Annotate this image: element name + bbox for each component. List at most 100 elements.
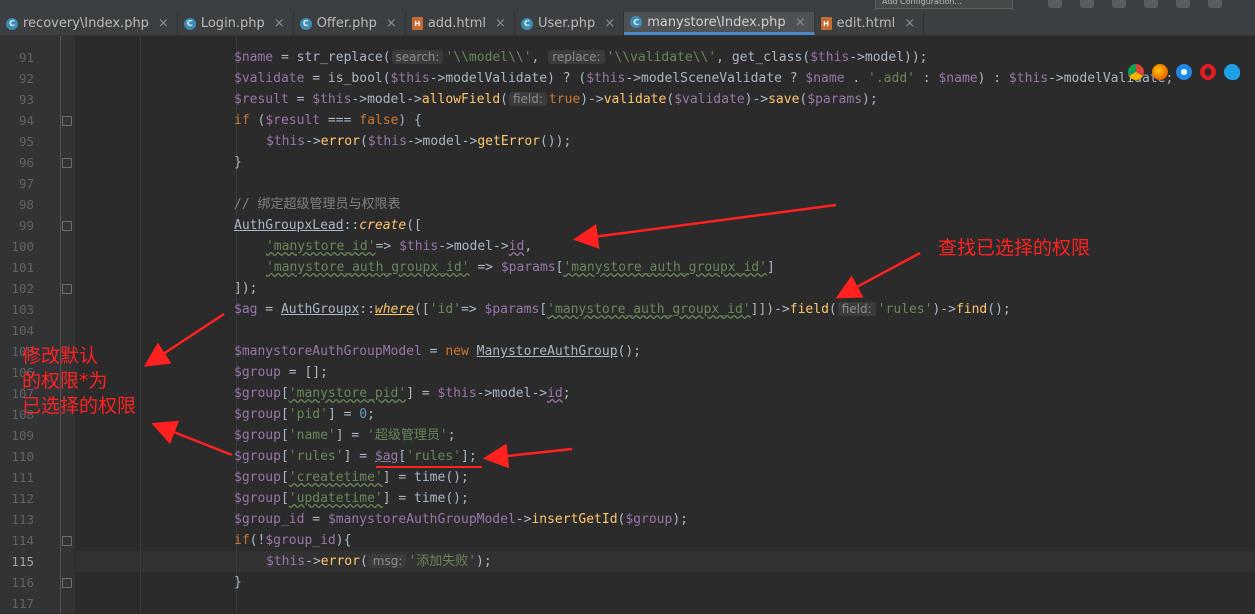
code-line-99[interactable]: AuthGroupxLead::create([ [234, 215, 422, 236]
current-line-highlight [76, 551, 1255, 572]
fold-marker-icon[interactable] [62, 578, 72, 588]
tab-label: User.php [537, 16, 596, 31]
code-line-101[interactable]: 'manystore_auth_groupx_id' => $params['m… [266, 257, 775, 278]
tab-recovery-index[interactable]: C recovery\Index.php × [0, 12, 178, 35]
close-icon[interactable]: × [795, 15, 806, 30]
tab-user[interactable]: C User.php × [515, 12, 625, 35]
fold-marker-icon[interactable] [62, 116, 72, 126]
code-line-100[interactable]: 'manystore_id'=> $this->model->id, [266, 236, 532, 257]
close-icon[interactable]: × [274, 16, 285, 31]
toolbar-icons [1040, 0, 1255, 12]
code-line-105[interactable]: $manystoreAuthGroupModel = new Manystore… [234, 341, 641, 362]
close-icon[interactable]: × [158, 16, 169, 31]
tab-label: Login.php [200, 16, 265, 31]
code-comment[interactable]: // 绑定超级管理员与权限表 [234, 194, 400, 215]
tab-edit-html[interactable]: H edit.html × [815, 12, 925, 35]
build-icon[interactable] [1144, 0, 1158, 8]
code-line-91[interactable]: $name = str_replace(search: '\\model\\', … [234, 47, 928, 68]
debug-icon[interactable] [1080, 0, 1094, 8]
string-literal: 'updatetime' [288, 491, 383, 506]
string-literal: '\\model\\' [445, 50, 532, 65]
tab-offer[interactable]: C Offer.php × [294, 12, 406, 35]
browser-preview-icons [1128, 64, 1248, 84]
code-line-95[interactable]: $this->error($this->model->getError()); [266, 131, 571, 152]
parameter-hint: field: [508, 92, 547, 106]
fold-marker-icon[interactable] [62, 158, 72, 168]
string-literal: 'name' [288, 428, 336, 443]
php-class-icon: C [6, 17, 18, 30]
close-icon[interactable]: × [904, 16, 915, 31]
stop-icon[interactable] [1112, 0, 1126, 8]
php-class-icon: C [299, 17, 312, 30]
code-line-103[interactable]: $ag = AuthGroupx::where(['id'=> $params[… [234, 299, 1011, 320]
run-icon[interactable] [1048, 0, 1062, 8]
tab-label: add.html [427, 16, 487, 31]
code-line-94[interactable]: if ($result === false) { [234, 110, 422, 131]
annotation-modify-default: 修改默认 的权限*为 已选择的权限 [22, 345, 137, 417]
close-icon[interactable]: × [604, 16, 615, 31]
string-literal: 'pid' [288, 407, 328, 422]
search-everywhere-icon[interactable] [1208, 0, 1222, 8]
fold-marker-icon[interactable] [62, 221, 72, 231]
add-configuration-button[interactable]: Add Configuration... [875, 0, 1013, 9]
php-class-icon: C [630, 16, 643, 28]
line-number: 93 [18, 92, 34, 107]
code-line-93[interactable]: $result = $this->model->allowField(field… [234, 89, 878, 110]
string-literal: 'manystore_auth_groupx_id' [563, 260, 767, 275]
line-number: 110 [11, 449, 34, 464]
code-line-107[interactable]: $group['manystore_pid'] = $this->model->… [234, 383, 571, 404]
code-line-109[interactable]: $group['name'] = '超级管理员'; [234, 425, 456, 446]
line-number: 104 [11, 323, 34, 338]
code-line-96[interactable]: } [234, 152, 242, 173]
code-line-102[interactable]: ]); [234, 278, 257, 299]
string-literal: '.add' [868, 71, 915, 86]
line-number: 102 [11, 281, 34, 296]
code-line-114[interactable]: if(!$group_id){ [234, 530, 351, 551]
safari-icon[interactable] [1176, 64, 1192, 80]
string-literal: '添加失败' [408, 554, 477, 569]
tab-add-html[interactable]: H add.html × [406, 12, 515, 35]
string-literal: 'rules' [288, 449, 344, 464]
string-literal: 'manystore_pid' [288, 386, 407, 401]
line-number: 111 [11, 470, 34, 485]
code-line-116[interactable]: } [234, 572, 242, 593]
line-number: 96 [18, 155, 34, 170]
code-line-111[interactable]: $group['createtime'] = time(); [234, 467, 469, 488]
ie-icon[interactable] [1224, 64, 1240, 80]
firefox-icon[interactable] [1152, 64, 1168, 80]
line-number: 112 [11, 491, 34, 506]
annotation-find-selected: 查找已选择的权限 [938, 237, 1091, 259]
line-number: 116 [11, 575, 34, 590]
line-number: 113 [11, 512, 34, 527]
tab-label: recovery\Index.php [23, 16, 149, 31]
string-literal: 'manystore_auth_groupx_id' [266, 260, 470, 275]
fold-marker-icon[interactable] [62, 284, 72, 294]
fold-marker-icon[interactable] [62, 536, 72, 546]
editor-tab-bar: Add Configuration... C recovery\Index.ph… [0, 0, 1255, 36]
line-number: 92 [18, 71, 34, 86]
code-line-113[interactable]: $group_id = $manystoreAuthGroupModel->in… [234, 509, 688, 530]
line-number: 103 [11, 302, 34, 317]
opera-icon[interactable] [1200, 64, 1216, 80]
structure-icon[interactable] [1176, 0, 1190, 8]
parameter-hint: search: [391, 50, 444, 64]
line-number: 99 [18, 218, 34, 233]
line-number: 117 [11, 596, 34, 611]
code-line-108[interactable]: $group['pid'] = 0; [234, 404, 375, 425]
code-line-112[interactable]: $group['updatetime'] = time(); [234, 488, 469, 509]
tab-login[interactable]: C Login.php × [178, 12, 294, 35]
line-number-current: 115 [11, 554, 34, 569]
string-literal: 'manystore_id' [266, 239, 376, 254]
code-line-106[interactable]: $group = []; [234, 362, 328, 383]
close-icon[interactable]: × [495, 16, 506, 31]
parameter-hint: replace: [548, 50, 605, 64]
chrome-icon[interactable] [1128, 64, 1144, 80]
line-number: 91 [18, 50, 34, 65]
tab-manystore-index[interactable]: C manystore\Index.php × [624, 12, 815, 35]
code-line-110[interactable]: $group['rules'] = $ag['rules']; [234, 446, 477, 467]
code-line-115[interactable]: $this->error(msg: '添加失败'); [266, 551, 492, 572]
code-line-92[interactable]: $validate = is_bool($this->modelValidate… [234, 68, 1173, 89]
html-file-icon: H [820, 17, 832, 30]
line-number: 98 [18, 197, 34, 212]
close-icon[interactable]: × [386, 16, 397, 31]
